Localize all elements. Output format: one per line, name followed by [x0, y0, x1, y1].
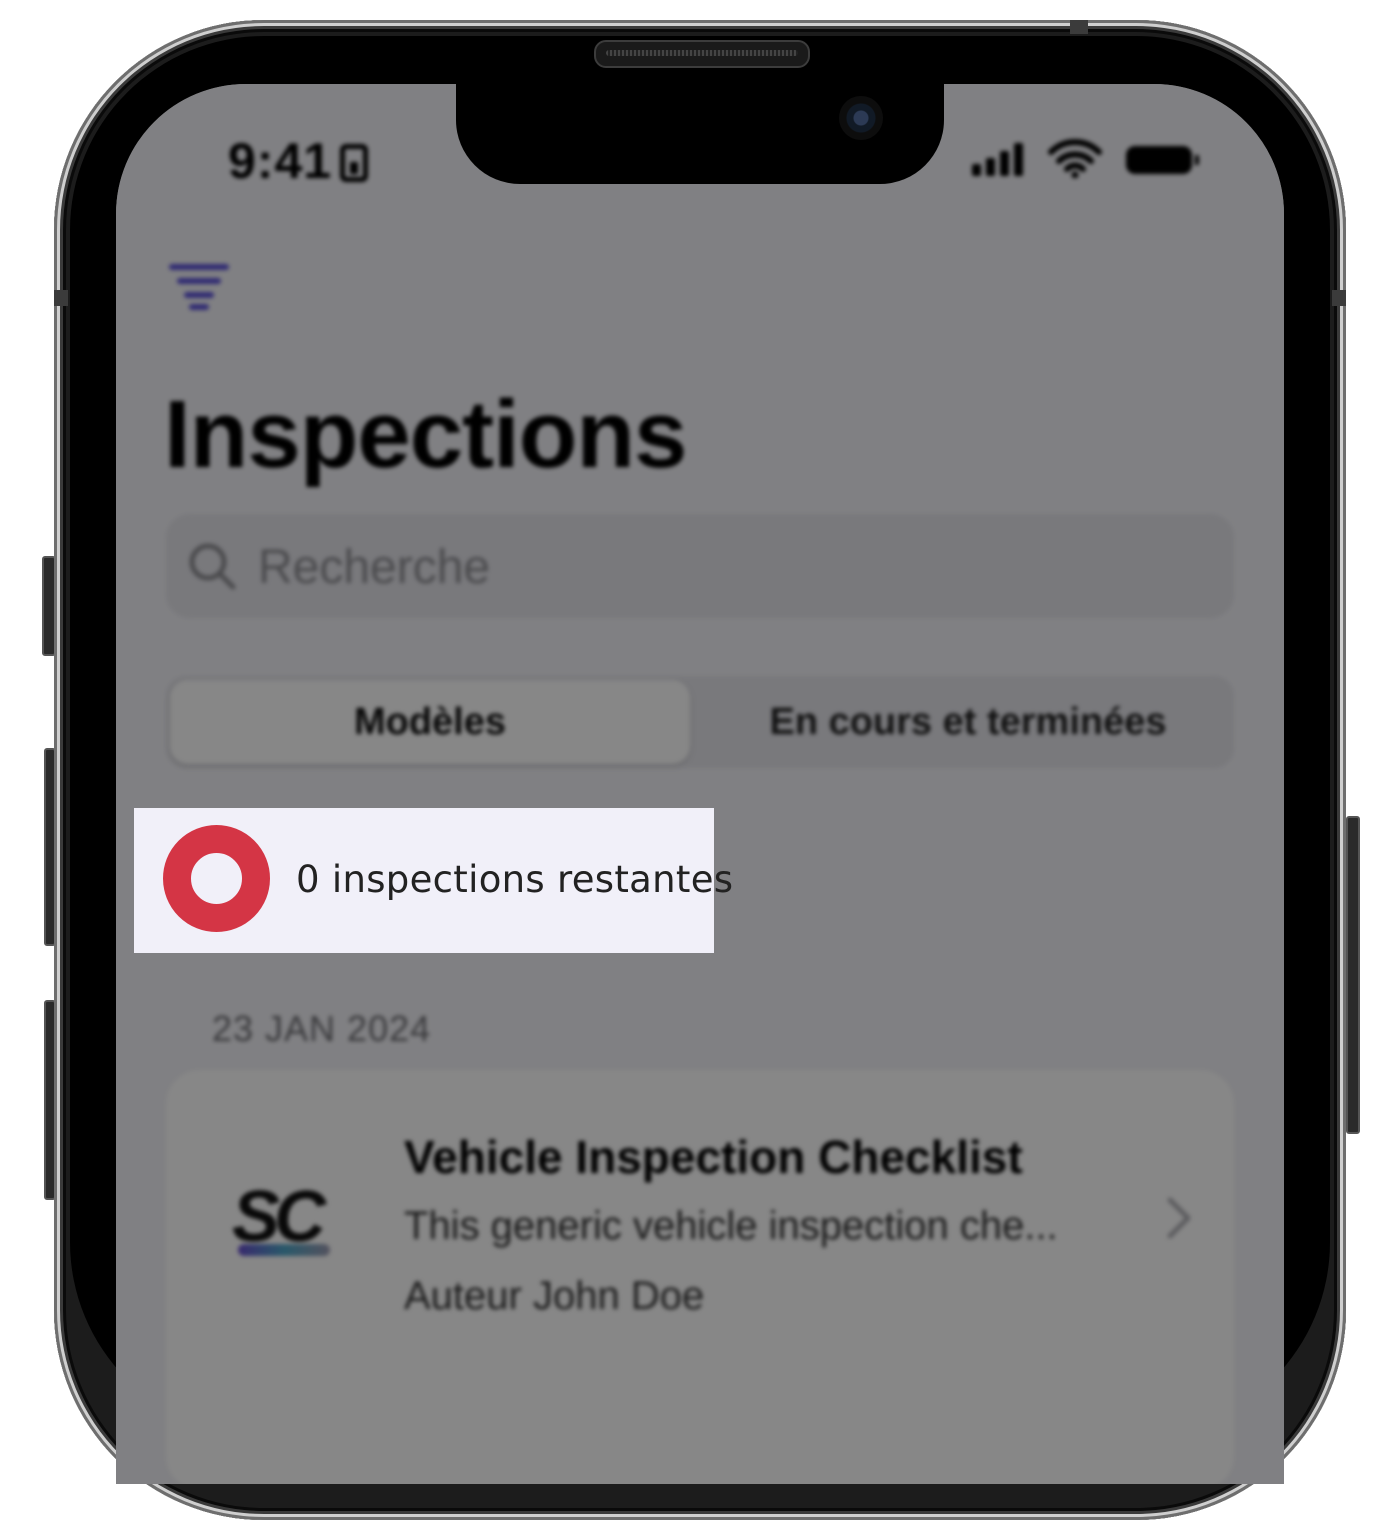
dim-overlay	[116, 84, 1284, 1484]
antenna-band-right	[1332, 290, 1346, 306]
progress-ring-icon	[163, 825, 270, 932]
inspections-remaining-label: 0 inspections restantes	[296, 858, 734, 901]
antenna-band-left	[54, 290, 68, 306]
phone-screen: 9:41 Inspections Recherche Modèles En co…	[116, 84, 1284, 1484]
front-camera	[839, 96, 883, 140]
notch	[456, 84, 944, 184]
antenna-band-top	[1070, 20, 1088, 34]
power-button	[1346, 816, 1360, 1134]
earpiece-speaker	[594, 40, 810, 68]
inspections-remaining-banner[interactable]: 0 inspections restantes	[134, 808, 733, 953]
